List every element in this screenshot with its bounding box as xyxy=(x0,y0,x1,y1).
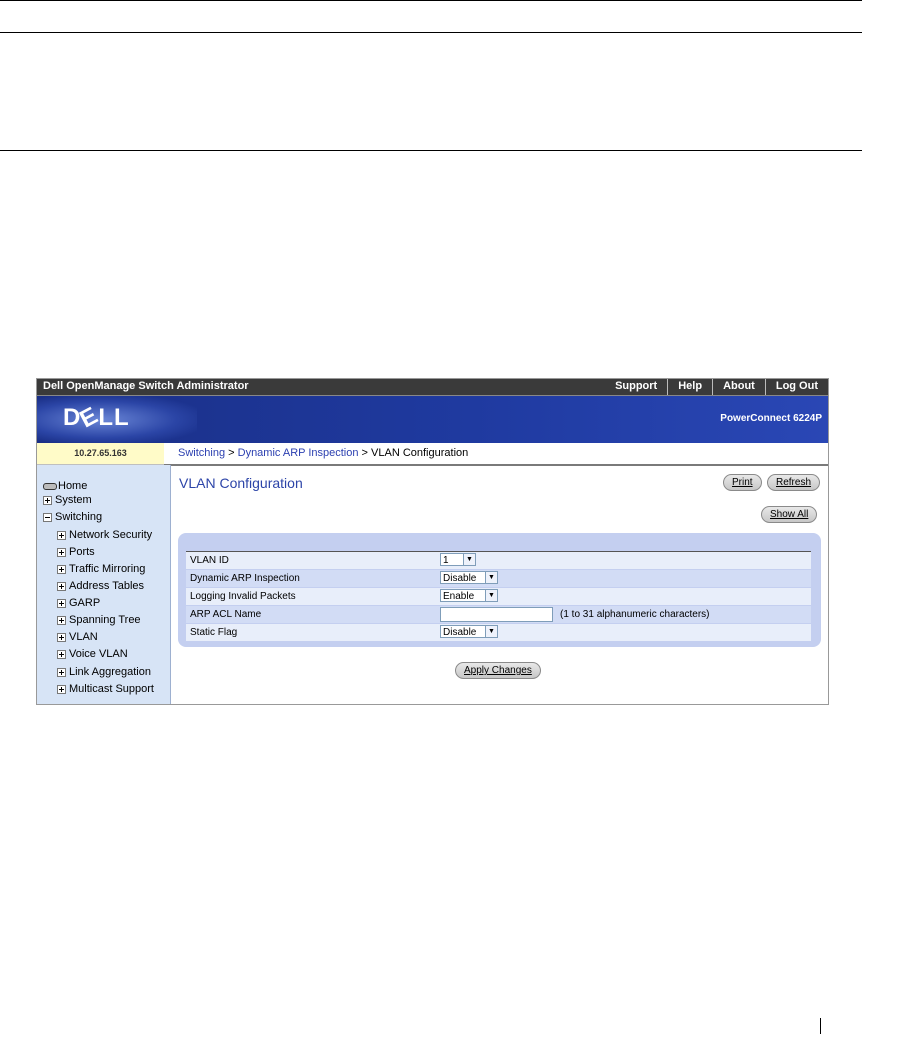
dai-label: Dynamic ARP Inspection xyxy=(190,573,300,584)
sidebar-item-system[interactable]: System xyxy=(43,494,92,506)
chevron-down-icon: ▼ xyxy=(485,572,497,583)
acl-hint: (1 to 31 alphanumeric characters) xyxy=(560,609,710,620)
plus-box-icon[interactable] xyxy=(57,684,66,694)
table-row: Static Flag Disable ▼ xyxy=(186,624,811,642)
sidebar-item-ports[interactable]: Ports xyxy=(57,546,95,558)
switch-admin-screenshot: Dell OpenManage Switch Administrator Sup… xyxy=(36,378,829,705)
print-button[interactable]: Print xyxy=(723,474,762,491)
logging-select[interactable]: Enable ▼ xyxy=(440,589,498,602)
vlan-config-panel: VLAN ID 1 ▼ Dynamic ARP Inspection Disabl… xyxy=(178,533,821,647)
apply-changes-button[interactable]: Apply Changes xyxy=(455,662,541,679)
footer-divider xyxy=(820,1018,821,1034)
breadcrumb-current: VLAN Configuration xyxy=(371,447,469,459)
minus-box-icon[interactable] xyxy=(43,512,52,522)
sidebar-item-voice-vlan[interactable]: Voice VLAN xyxy=(57,648,128,660)
sidebar-item-garp[interactable]: GARP xyxy=(57,597,100,609)
main-content: VLAN Configuration Print Refresh Show Al… xyxy=(171,466,828,704)
table-row: Dynamic ARP Inspection Disable ▼ xyxy=(186,570,811,588)
sidebar-item-address-tables[interactable]: Address Tables xyxy=(57,580,144,592)
table-row: VLAN ID 1 ▼ xyxy=(186,552,811,570)
plus-box-icon[interactable] xyxy=(57,564,66,574)
chevron-down-icon: ▼ xyxy=(463,554,475,565)
plus-box-icon[interactable] xyxy=(57,581,66,591)
sidebar-item-traffic-mirroring[interactable]: Traffic Mirroring xyxy=(57,563,145,575)
page-title: VLAN Configuration xyxy=(179,475,303,491)
support-link[interactable]: Support xyxy=(605,379,667,395)
sidebar-item-switching[interactable]: Switching xyxy=(43,511,102,523)
vlan-id-label: VLAN ID xyxy=(190,555,229,566)
top-bar: Dell OpenManage Switch Administrator Sup… xyxy=(37,379,828,396)
plus-box-icon[interactable] xyxy=(57,649,66,659)
sidebar-item-multicast-support[interactable]: Multicast Support xyxy=(57,683,154,695)
acl-label: ARP ACL Name xyxy=(190,609,262,620)
sidebar-item-network-security[interactable]: Network Security xyxy=(57,529,152,541)
app-title: Dell OpenManage Switch Administrator xyxy=(43,380,249,392)
brand-banner: DELL PowerConnect 6224P xyxy=(37,396,828,443)
logout-link[interactable]: Log Out xyxy=(764,379,828,395)
breadcrumb-dai[interactable]: Dynamic ARP Inspection xyxy=(238,447,359,459)
page-rule-top xyxy=(0,0,862,1)
home-icon xyxy=(43,482,57,490)
help-link[interactable]: Help xyxy=(667,379,712,395)
plus-box-icon[interactable] xyxy=(57,667,66,677)
sidebar-item-link-aggregation[interactable]: Link Aggregation xyxy=(57,666,151,678)
sidebar-item-spanning-tree[interactable]: Spanning Tree xyxy=(57,614,141,626)
vlan-config-table: VLAN ID 1 ▼ Dynamic ARP Inspection Disabl… xyxy=(186,551,811,642)
plus-box-icon[interactable] xyxy=(57,615,66,625)
plus-box-icon[interactable] xyxy=(43,495,52,505)
plus-box-icon[interactable] xyxy=(57,598,66,608)
breadcrumb: Switching > Dynamic ARP Inspection > VLA… xyxy=(164,443,828,466)
logging-label: Logging Invalid Packets xyxy=(190,591,296,602)
chevron-down-icon: ▼ xyxy=(485,626,497,637)
sidebar-item-vlan[interactable]: VLAN xyxy=(57,631,98,643)
acl-name-input[interactable] xyxy=(440,607,553,622)
static-flag-select[interactable]: Disable ▼ xyxy=(440,625,498,638)
refresh-button[interactable]: Refresh xyxy=(767,474,821,491)
about-link[interactable]: About xyxy=(712,379,765,395)
dell-logo: DELL xyxy=(63,401,130,434)
page-rule-upper xyxy=(0,32,862,33)
sidebar-item-home[interactable]: Home xyxy=(43,480,87,492)
show-all-button[interactable]: Show All xyxy=(761,506,818,523)
plus-box-icon[interactable] xyxy=(57,547,66,557)
dai-select[interactable]: Disable ▼ xyxy=(440,571,498,584)
breadcrumb-switching[interactable]: Switching xyxy=(178,447,225,459)
page-rule-lower xyxy=(0,150,862,151)
ip-address: 10.27.65.163 xyxy=(37,443,164,465)
table-row: Logging Invalid Packets Enable ▼ xyxy=(186,588,811,606)
top-links: Support Help About Log Out xyxy=(605,379,828,395)
vlan-id-select[interactable]: 1 ▼ xyxy=(440,553,476,566)
plus-box-icon[interactable] xyxy=(57,632,66,642)
chevron-down-icon: ▼ xyxy=(485,590,497,601)
sidebar-tree: Home System Switching Network Security P… xyxy=(37,465,171,704)
table-row: ARP ACL Name (1 to 31 alphanumeric chara… xyxy=(186,606,811,624)
static-flag-label: Static Flag xyxy=(190,627,238,638)
product-name: PowerConnect 6224P xyxy=(720,413,822,424)
plus-box-icon[interactable] xyxy=(57,530,66,540)
